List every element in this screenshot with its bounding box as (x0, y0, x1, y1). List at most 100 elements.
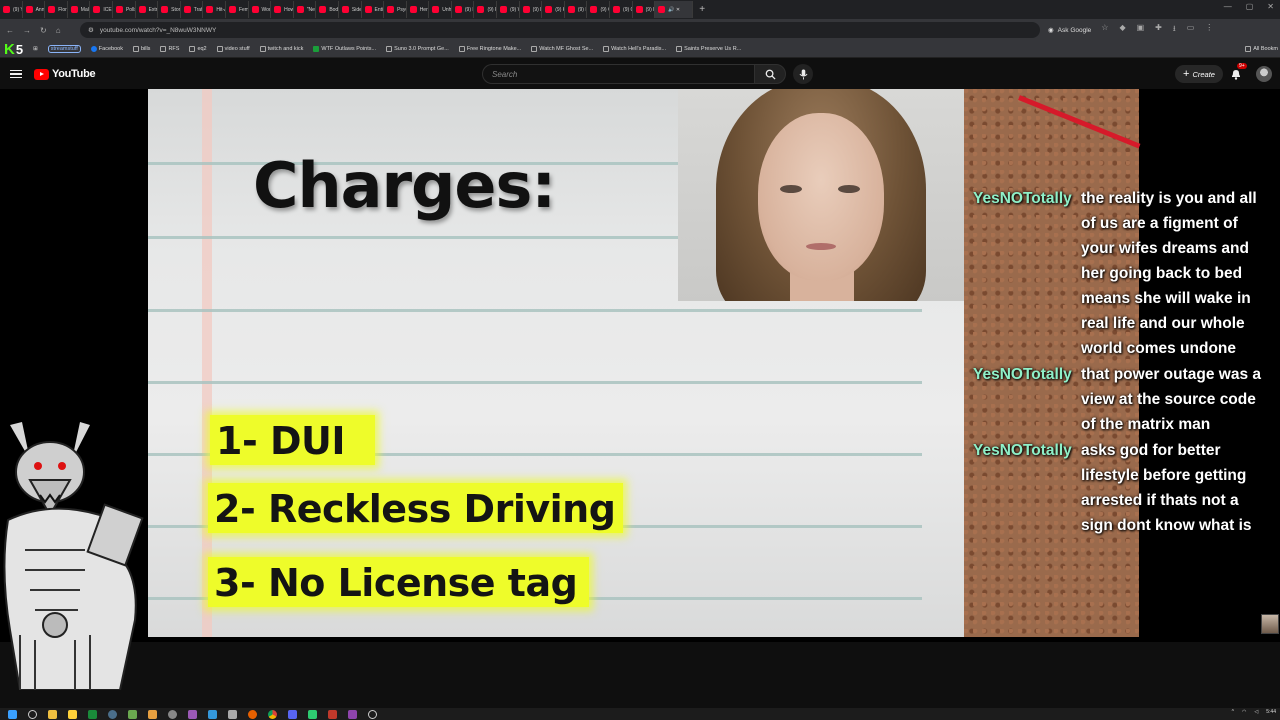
browser-tab[interactable]: (9) W (497, 1, 520, 18)
bookmark-item[interactable]: Suno 3.0 Prompt Ge... (386, 46, 449, 52)
menu-icon[interactable]: ⋮ (1205, 23, 1213, 37)
settings-icon[interactable] (368, 709, 377, 719)
bookmark-item[interactable]: eq2 (189, 46, 207, 52)
active-browser-tab[interactable]: 🔊 ✕ (655, 1, 694, 18)
bookmark-item[interactable]: bills (132, 46, 150, 52)
browser-tab[interactable]: Florid (45, 1, 68, 18)
reload-icon[interactable]: ↻ (40, 26, 47, 35)
browser-tab[interactable]: Her F (407, 1, 430, 18)
bookmark-item[interactable]: Watch MF Ghost Se... (531, 46, 593, 52)
app-icon[interactable] (308, 709, 317, 719)
star-icon[interactable]: ☆ (1101, 23, 1108, 37)
search-icon[interactable] (28, 709, 37, 719)
app-icon[interactable] (148, 709, 157, 719)
app-icon[interactable] (188, 709, 197, 719)
browser-tab[interactable]: Traffi (181, 1, 204, 18)
app-icon[interactable] (348, 709, 357, 719)
kick-logo-icon[interactable]: K5 (4, 41, 23, 57)
clock[interactable]: 5:44 (1266, 709, 1276, 715)
app-icon[interactable] (88, 709, 97, 719)
windows-start-icon[interactable] (8, 709, 17, 719)
steam-icon[interactable] (108, 709, 117, 719)
search-input[interactable]: Search (482, 64, 754, 84)
youtube-logo[interactable]: YouTube (34, 68, 96, 80)
create-button[interactable]: + Create (1175, 65, 1223, 83)
browser-tab[interactable]: Store (158, 1, 181, 18)
browser-tab[interactable]: How (271, 1, 294, 18)
browser-tab[interactable]: (9) Cr (587, 1, 611, 18)
downloads-icon[interactable]: ⭳ (1173, 23, 1176, 37)
browser-tab[interactable]: Extre (136, 1, 159, 18)
browser-tab[interactable]: Sidev (339, 1, 362, 18)
app-icon[interactable] (328, 709, 337, 719)
bookmark-item[interactable]: RFS (160, 46, 179, 52)
browser-tab[interactable]: Wom (249, 1, 272, 18)
browser-tab[interactable]: Fema (226, 1, 249, 18)
bookmark-item[interactable]: Facebook (90, 46, 123, 52)
bookmark-item[interactable]: Watch Hell's Paradis... (603, 46, 666, 52)
browser-tab[interactable]: Anno (23, 1, 46, 18)
browser-tab[interactable]: (9) H (452, 1, 475, 18)
chevron-up-icon[interactable]: ^ (1232, 709, 1234, 715)
browser-tab[interactable]: (9) R (474, 1, 498, 18)
firefox-icon[interactable] (248, 709, 257, 719)
close-window-icon[interactable]: ✕ (1267, 2, 1274, 11)
browser-tab[interactable]: (9) D (565, 1, 588, 18)
browser-tab[interactable]: (9) G (610, 1, 633, 18)
bookmark-item[interactable]: video stuff (216, 46, 250, 52)
bookmark-item[interactable]: twitch and kick (259, 46, 303, 52)
forward-icon[interactable]: → (23, 26, 31, 35)
extension-icon[interactable]: ▣ (1137, 23, 1145, 37)
browser-tab[interactable]: Body (316, 1, 339, 18)
back-icon[interactable]: ← (6, 26, 14, 35)
bookmark-label: RFS (168, 46, 180, 52)
browser-tab[interactable]: Hit-A (203, 1, 226, 18)
browser-tab[interactable]: (9) E (633, 1, 656, 18)
obs-icon[interactable] (168, 709, 177, 719)
home-icon[interactable]: ⌂ (56, 26, 61, 35)
apps-grid-icon[interactable]: ⊞ (33, 46, 38, 52)
ask-google-button[interactable]: ◉ Ask Google (1048, 26, 1091, 35)
discord-icon[interactable] (288, 709, 297, 719)
minimize-icon[interactable]: — (1224, 2, 1232, 11)
extension-icon[interactable]: ◆ (1119, 23, 1125, 37)
tab-label: Her F (419, 6, 429, 13)
search-button[interactable] (754, 64, 786, 84)
browser-tab[interactable]: (9) K (542, 1, 565, 18)
file-explorer-icon[interactable] (48, 709, 57, 719)
browser-tab[interactable]: ICE C (90, 1, 113, 18)
volume-icon[interactable]: ◁ (1254, 709, 1258, 715)
app-icon[interactable] (208, 709, 217, 719)
bookmark-item[interactable]: Saints Preserve Us R... (676, 46, 741, 52)
bookmark-item[interactable]: WTF Outlaws Points... (313, 46, 376, 52)
network-icon[interactable]: ◠ (1242, 709, 1246, 715)
youtube-favicon-icon (432, 6, 440, 13)
browser-tab[interactable]: (9) H (520, 1, 543, 18)
browser-tab[interactable]: "Nett (294, 1, 317, 18)
youtube-favicon-icon (590, 6, 598, 13)
sidebar-icon[interactable]: ▭ (1187, 23, 1195, 37)
menu-hamburger-icon[interactable] (10, 69, 22, 79)
all-bookmarks-button[interactable]: All Bookm (1245, 46, 1280, 52)
browser-tab[interactable]: Male (68, 1, 91, 18)
browser-tab[interactable]: Unho (429, 1, 452, 18)
sticky-notes-icon[interactable] (68, 709, 77, 719)
browser-tab[interactable]: Polls (113, 1, 136, 18)
browser-tab[interactable]: Psych (384, 1, 407, 18)
bookmark-item[interactable]: Free Ringtone Make... (458, 46, 521, 52)
browser-tab[interactable]: (9) Yo (0, 1, 23, 18)
notifications-button[interactable]: 9+ (1228, 63, 1247, 82)
chrome-icon[interactable] (268, 709, 277, 719)
maximize-icon[interactable]: ▢ (1246, 2, 1254, 11)
browser-tab[interactable]: Entit (362, 1, 385, 18)
voice-search-button[interactable] (793, 64, 813, 84)
app-icon[interactable] (128, 709, 137, 719)
account-avatar[interactable] (1256, 66, 1272, 82)
bookmark-item[interactable]: streamstuff (47, 45, 81, 53)
app-icon[interactable] (228, 709, 237, 719)
url-field[interactable]: ⚙ youtube.com/watch?v=_N8wuW3NNWY (80, 22, 1040, 38)
new-tab-button[interactable]: + (693, 4, 711, 15)
site-info-icon[interactable]: ⚙ (88, 26, 94, 34)
extensions-puzzle-icon[interactable]: ✚ (1155, 23, 1162, 37)
chat-username: YesNOTotally (973, 366, 1072, 383)
